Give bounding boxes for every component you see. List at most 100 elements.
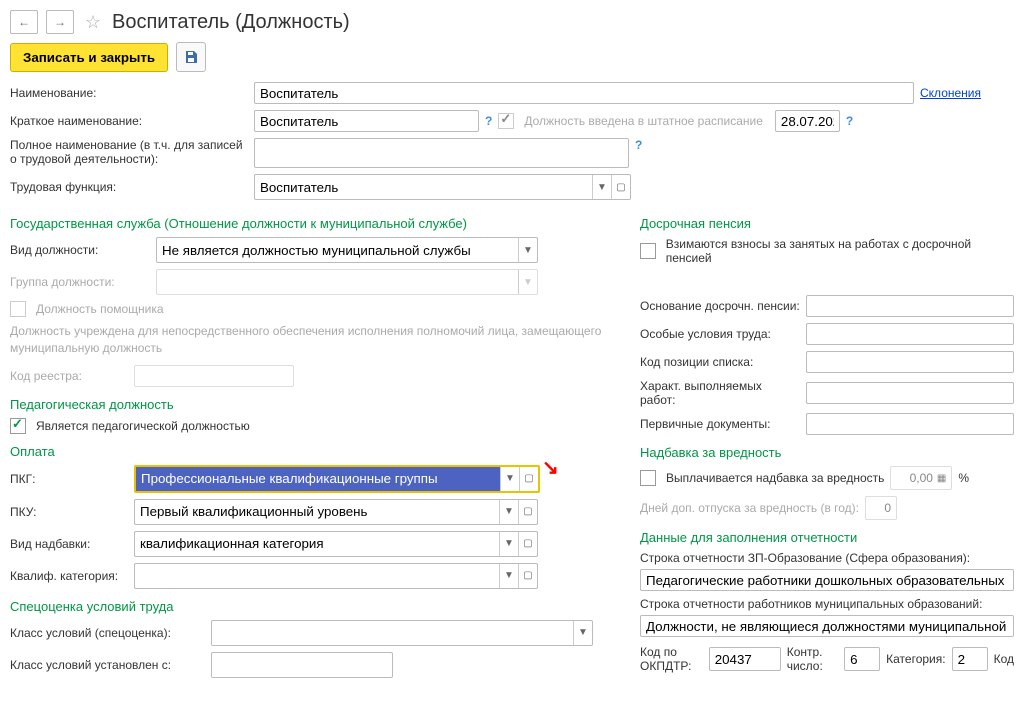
addon-label: Вид надбавки:	[10, 537, 128, 551]
full-name-input[interactable]	[254, 138, 629, 168]
pkg-label: ПКГ:	[10, 472, 128, 486]
pension-section-title: Досрочная пенсия	[640, 216, 1014, 231]
in-staff-label: Должность введена в штатное расписание	[524, 114, 763, 128]
pku-label: ПКУ:	[10, 505, 128, 519]
favorite-star-icon[interactable]: ☆	[82, 11, 104, 33]
chevron-down-icon[interactable]: ▼	[499, 532, 518, 556]
chevron-down-icon[interactable]: ▼	[499, 500, 518, 524]
reg-code-label: Код реестра:	[10, 369, 128, 383]
qualif-input[interactable]	[135, 564, 499, 588]
name-label: Наименование:	[10, 86, 248, 100]
chevron-down-icon[interactable]: ▼	[500, 467, 519, 491]
pension-docs-label: Первичные документы:	[640, 417, 800, 431]
muni-input[interactable]	[640, 615, 1014, 637]
chevron-down-icon[interactable]: ▼	[592, 175, 611, 199]
sout-set-input[interactable]	[212, 653, 393, 677]
is-ped-checkbox[interactable]	[10, 418, 26, 434]
sout-set-label: Класс условий установлен с:	[10, 658, 205, 672]
pension-dues-checkbox[interactable]	[640, 243, 656, 259]
page-title: Воспитатель (Должность)	[112, 11, 350, 34]
pay-section-title: Оплата	[10, 444, 625, 459]
report-section-title: Данные для заполнения отчетности	[640, 530, 1014, 545]
chevron-down-icon[interactable]: ▼	[573, 621, 592, 645]
reg-code-input	[134, 365, 294, 387]
assistant-label: Должность помощника	[36, 302, 164, 316]
okpdtr-input[interactable]	[709, 647, 781, 671]
short-name-input[interactable]	[254, 110, 479, 132]
save-button[interactable]	[176, 42, 206, 72]
labor-function-label: Трудовая функция:	[10, 180, 248, 194]
labor-function-input[interactable]	[255, 175, 592, 199]
save-and-close-button[interactable]: Записать и закрыть	[10, 43, 168, 72]
sout-class-input[interactable]	[212, 621, 573, 645]
open-icon[interactable]: ▢	[518, 564, 537, 588]
addon-combo[interactable]: ▼ ▢	[134, 531, 538, 557]
percent-label: %	[958, 471, 969, 485]
sout-class-combo[interactable]: ▼	[211, 620, 593, 646]
declensions-link[interactable]: Склонения	[920, 86, 981, 100]
pension-works-input[interactable]	[806, 382, 1014, 404]
qualif-combo[interactable]: ▼ ▢	[134, 563, 538, 589]
calculator-icon: ▦	[937, 473, 946, 484]
pku-combo[interactable]: ▼ ▢	[134, 499, 538, 525]
short-name-label: Краткое наименование:	[10, 114, 248, 128]
ped-section-title: Педагогическая должность	[10, 397, 625, 412]
muni-label: Строка отчетности работников муниципальн…	[640, 597, 1014, 611]
harm-section-title: Надбавка за вредность	[640, 445, 1014, 460]
kind-input[interactable]	[157, 238, 518, 262]
zp-input[interactable]	[640, 569, 1014, 591]
open-icon[interactable]: ▢	[519, 467, 538, 491]
sout-set-combo[interactable]: 📅 ▼	[211, 652, 393, 678]
harm-paid-checkbox[interactable]	[640, 470, 656, 486]
pkg-combo[interactable]: ▼ ▢	[134, 465, 540, 493]
check-input[interactable]	[844, 647, 880, 671]
floppy-icon	[184, 50, 198, 64]
harm-days-value: 0	[865, 496, 897, 520]
cat-input[interactable]	[952, 647, 988, 671]
pkg-input[interactable]	[136, 467, 500, 491]
group-input	[157, 270, 518, 294]
pension-poscode-label: Код позиции списка:	[640, 355, 800, 369]
kind-label: Вид должности:	[10, 243, 150, 257]
in-staff-checkbox	[498, 113, 514, 129]
nav-back-button[interactable]: ←	[10, 10, 38, 34]
chevron-down-icon[interactable]: ▼	[499, 564, 518, 588]
chevron-down-icon: ▼	[518, 270, 537, 294]
pku-input[interactable]	[135, 500, 499, 524]
open-icon[interactable]: ▢	[518, 532, 537, 556]
pension-docs-input[interactable]	[806, 413, 1014, 435]
assistant-desc: Должность учреждена для непосредственног…	[10, 323, 625, 357]
sout-class-label: Класс условий (спецоценка):	[10, 626, 205, 640]
chevron-down-icon[interactable]: ▼	[518, 238, 537, 262]
zp-label: Строка отчетности ЗП-Образование (Сфера …	[640, 551, 1014, 565]
pension-special-label: Особые условия труда:	[640, 327, 800, 341]
sout-section-title: Спецоценка условий труда	[10, 599, 625, 614]
code-label: Код	[994, 652, 1014, 666]
help-icon[interactable]: ?	[846, 114, 853, 128]
nav-forward-button[interactable]: →	[46, 10, 74, 34]
help-icon[interactable]: ?	[485, 114, 492, 128]
pension-dues-label: Взимаются взносы за занятых на работах с…	[666, 237, 1014, 265]
pension-poscode-input[interactable]	[806, 351, 1014, 373]
harm-paid-label: Выплачивается надбавка за вредность	[666, 471, 884, 485]
group-combo: ▼	[156, 269, 538, 295]
pension-works-label: Характ. выполняемых работ:	[640, 379, 800, 407]
in-staff-date-input[interactable]	[775, 110, 840, 132]
help-icon[interactable]: ?	[635, 138, 642, 152]
open-icon[interactable]: ▢	[518, 500, 537, 524]
name-input[interactable]	[254, 82, 914, 104]
addon-input[interactable]	[135, 532, 499, 556]
group-label: Группа должности:	[10, 275, 150, 289]
cat-label: Категория:	[886, 652, 945, 666]
pension-basis-label: Основание досрочн. пенсии:	[640, 299, 800, 313]
full-name-label: Полное наименование (в т.ч. для записей …	[10, 138, 248, 166]
is-ped-label: Является педагогической должностью	[36, 419, 250, 433]
kind-combo[interactable]: ▼	[156, 237, 538, 263]
qualif-label: Квалиф. категория:	[10, 569, 128, 583]
open-icon[interactable]: ▢	[611, 175, 630, 199]
arrow-annotation-icon: ↘	[542, 455, 559, 480]
labor-function-combo[interactable]: ▼ ▢	[254, 174, 631, 200]
pension-basis-input[interactable]	[806, 295, 1014, 317]
okpdtr-label: Код по ОКПДТР:	[640, 645, 703, 673]
pension-special-input[interactable]	[806, 323, 1014, 345]
